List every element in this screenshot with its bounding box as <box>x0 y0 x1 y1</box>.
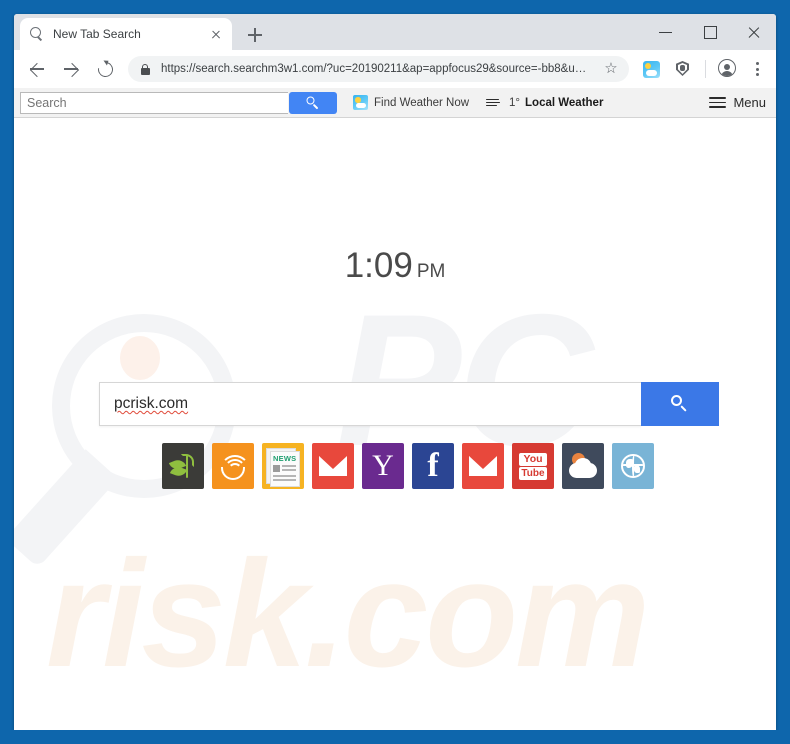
tab-title: New Tab Search <box>53 27 141 41</box>
browser-window: New Tab Search https://search.searchm3w1… <box>14 14 776 730</box>
navigation-bar: https://search.searchm3w1.com/?uc=201902… <box>14 50 776 88</box>
tile-facebook[interactable]: f <box>412 443 454 489</box>
clock-ampm: PM <box>416 261 446 282</box>
local-weather-link[interactable]: 1° Local Weather <box>485 97 603 109</box>
search-icon <box>671 395 689 413</box>
address-bar[interactable]: https://search.searchm3w1.com/?uc=201902… <box>128 56 629 82</box>
tile-news-label: NEWS <box>273 454 297 463</box>
weather-extension-icon[interactable] <box>639 57 663 81</box>
bookmark-star-icon[interactable]: ☆ <box>603 61 619 77</box>
tile-youtube[interactable]: You Tube <box>512 443 554 489</box>
watermark-bottom-text: risk.com <box>46 529 650 699</box>
main-search-row: pcrisk.com <box>99 382 719 426</box>
local-weather-label: Local Weather <box>525 96 604 109</box>
address-bar-url: https://search.searchm3w1.com/?uc=201902… <box>161 63 587 75</box>
tile-yahoo[interactable]: Y <box>362 443 404 489</box>
magnifier-watermark <box>14 314 282 568</box>
temperature-value: 1° <box>509 96 521 109</box>
weather-lines-icon <box>485 97 501 109</box>
tile-gmail-2[interactable] <box>462 443 504 489</box>
search-input[interactable] <box>20 91 288 114</box>
toolbar-menu-label: Menu <box>733 95 766 110</box>
clock-time: 1:09 <box>344 246 413 285</box>
main-search-button[interactable] <box>641 382 719 426</box>
weather-icon <box>353 95 368 110</box>
toolbar-search-group <box>20 91 337 114</box>
tile-youtube-label-bottom: Tube <box>521 468 545 479</box>
shield-extension-icon[interactable] <box>671 57 695 81</box>
tile-globe[interactable] <box>612 443 654 489</box>
tile-audible[interactable] <box>212 443 254 489</box>
tab-strip: New Tab Search <box>14 14 776 50</box>
tile-facebook-label: f <box>427 447 439 484</box>
find-weather-now-label: Find Weather Now <box>374 96 470 109</box>
window-close-icon[interactable] <box>732 17 776 47</box>
browser-tab[interactable]: New Tab Search <box>20 18 232 50</box>
window-controls <box>644 14 776 50</box>
hamburger-icon <box>709 96 727 109</box>
back-arrow-icon[interactable] <box>23 55 51 83</box>
screenshot-root: New Tab Search https://search.searchm3w1… <box>0 0 790 744</box>
close-icon[interactable] <box>208 26 224 42</box>
extension-toolbar: Find Weather Now 1° Local Weather Menu <box>14 88 776 118</box>
maximize-icon[interactable] <box>688 17 732 47</box>
tile-yahoo-label: Y <box>372 449 394 482</box>
reload-icon[interactable] <box>91 55 119 83</box>
main-search-field[interactable]: pcrisk.com <box>99 382 641 426</box>
find-weather-now-link[interactable]: Find Weather Now <box>353 95 469 110</box>
tile-youtube-label-top: You <box>523 453 543 465</box>
search-icon <box>306 96 320 110</box>
new-tab-button[interactable] <box>242 22 268 48</box>
kebab-menu-icon[interactable] <box>746 57 768 81</box>
page-content: PC risk.com 1:09 PM pcrisk.com NEWS Y f … <box>14 118 776 730</box>
tile-leaf[interactable] <box>162 443 204 489</box>
forward-arrow-icon[interactable] <box>57 55 85 83</box>
lock-icon <box>138 62 152 76</box>
search-icon <box>28 26 44 42</box>
tile-gmail-1[interactable] <box>312 443 354 489</box>
avatar-icon[interactable] <box>716 57 740 81</box>
main-search-value[interactable]: pcrisk.com <box>114 395 641 413</box>
search-button[interactable] <box>289 91 337 114</box>
shortcut-tiles: NEWS Y f You Tube <box>162 443 654 489</box>
toolbar-menu-button[interactable]: Menu <box>709 95 766 110</box>
minimize-icon[interactable] <box>644 17 688 47</box>
tile-weather[interactable] <box>562 443 604 489</box>
window-bottom-border <box>0 730 790 744</box>
tile-news[interactable]: NEWS <box>262 443 304 489</box>
toolbar-divider <box>705 60 706 78</box>
clock: 1:09 PM <box>14 246 776 286</box>
